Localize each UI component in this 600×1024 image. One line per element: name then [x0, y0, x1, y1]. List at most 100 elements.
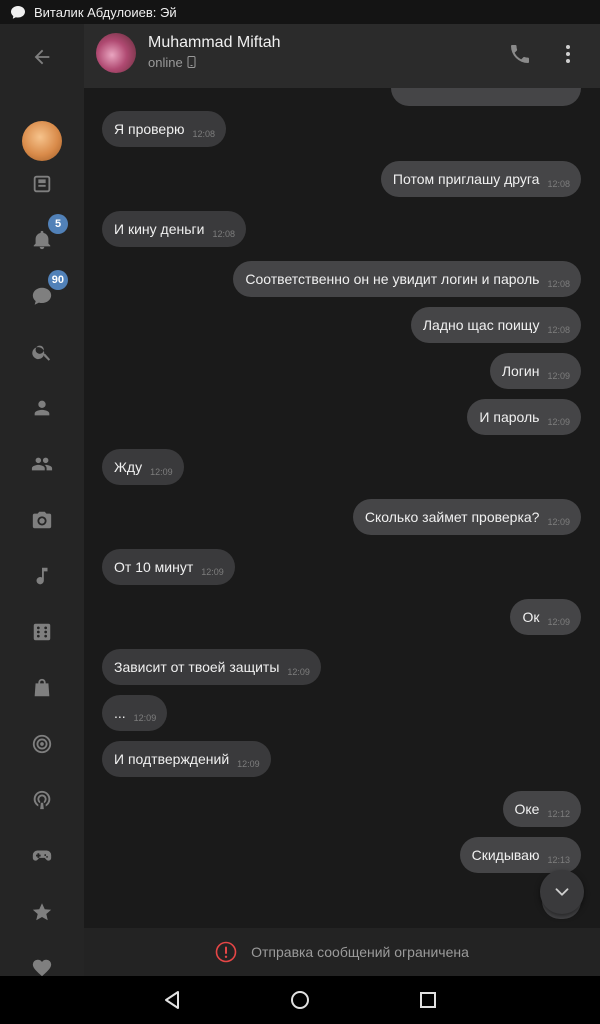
star-icon: [32, 903, 52, 921]
notifications-badge: 5: [48, 214, 68, 234]
sidebar-item-search[interactable]: [22, 332, 62, 372]
scroll-to-bottom-button[interactable]: [540, 870, 584, 914]
message-time: 12:08: [547, 179, 570, 189]
message-text: Логин: [501, 363, 540, 379]
camera-icon: [32, 511, 52, 529]
message-time: 12:08: [192, 129, 216, 139]
message-text: Потом приглашу друга: [392, 171, 540, 187]
notification-text: Виталик Абдулоиев: Эй: [34, 4, 177, 20]
message-text: От 10 минут: [114, 559, 194, 575]
message-text: И пароль: [479, 409, 540, 425]
sidebar-item-profile[interactable]: [22, 388, 62, 428]
message-time: 12:09: [547, 417, 570, 427]
avatar[interactable]: [22, 121, 62, 161]
message-bubble[interactable]: Логин 12:09: [489, 353, 581, 389]
message-bubble[interactable]: Я проверю 12:08: [102, 111, 227, 147]
message-time: 12:13: [547, 855, 570, 865]
message-time: 12:08: [547, 325, 570, 335]
target-icon: [32, 734, 52, 754]
message-text: ...: [114, 705, 126, 721]
sidebar-item-friends[interactable]: [22, 444, 62, 484]
nav-home-icon[interactable]: [288, 988, 312, 1012]
message-bubble[interactable]: И кину деньги 12:08: [102, 211, 246, 247]
message-bubble[interactable]: Жду 12:09: [102, 449, 184, 485]
message-text: И подтверждений: [114, 751, 230, 767]
contact-status: online: [148, 55, 183, 70]
sidebar-item-shop[interactable]: [22, 668, 62, 708]
message-time: 12:09: [150, 467, 173, 477]
message-time: 12:09: [547, 517, 570, 527]
warning-icon: [215, 941, 237, 963]
sidebar-item-target[interactable]: [22, 724, 62, 764]
person-icon: [34, 400, 50, 416]
restriction-notice: Отправка сообщений ограничена: [251, 944, 469, 960]
message-text: Оке: [514, 801, 540, 817]
news-icon: [33, 175, 51, 193]
more-vertical-icon[interactable]: [556, 42, 580, 66]
gamepad-icon: [32, 850, 52, 861]
messages-badge: 90: [47, 270, 68, 290]
message-time: 12:09: [547, 371, 570, 381]
contact-avatar[interactable]: [96, 33, 136, 73]
message-time: 12:09: [133, 713, 157, 723]
message-text: Зависит от твоей защиты: [114, 659, 280, 675]
message-time: 12:09: [287, 667, 310, 677]
sidebar-item-photos[interactable]: [22, 500, 62, 540]
message-text: Ок: [522, 609, 540, 625]
message-text: Жду: [114, 459, 143, 475]
search-icon: [32, 345, 51, 361]
system-navigation-bar: [0, 976, 600, 1024]
sidebar-item-notifications[interactable]: 5: [22, 214, 68, 260]
message-bubble[interactable]: ... 12:09: [102, 695, 168, 731]
sidebar-item-messages[interactable]: 90: [22, 270, 68, 316]
message-time: 12:09: [237, 759, 260, 769]
sidebar: 5 90: [0, 24, 84, 977]
message-time: 12:09: [547, 617, 570, 627]
back-button[interactable]: [22, 37, 62, 77]
friends-icon: [31, 457, 53, 471]
message-text: Скидываю: [471, 847, 540, 863]
message-text: Ладно щас поищу: [422, 317, 540, 333]
nav-recents-icon[interactable]: [416, 988, 440, 1012]
message-bubble[interactable]: Ок 12:09: [510, 599, 581, 635]
message-bubble[interactable]: Зависит от твоей защиты 12:09: [102, 649, 321, 685]
chat-header: Muhammad Miftah online: [84, 24, 600, 88]
message-text: Соответственно он не увидит логин и паро…: [245, 271, 540, 287]
mobile-icon: [187, 56, 196, 68]
apps-icon: [33, 623, 51, 641]
back-arrow-icon: [34, 49, 50, 65]
message-bubble[interactable]: Оке 12:12: [502, 791, 581, 827]
contact-name[interactable]: Muhammad Miftah: [148, 34, 281, 52]
message-time: 12:08: [212, 229, 235, 239]
message-notification-icon: [11, 6, 25, 19]
sidebar-item-podcasts[interactable]: [22, 780, 62, 820]
podcast-icon: [33, 790, 51, 810]
message-bubble-partial: [391, 88, 581, 106]
chevron-down-icon: [555, 888, 569, 896]
message-bubble[interactable]: Сколько займет проверка? 12:09: [352, 499, 581, 535]
message-text: И кину деньги: [114, 221, 205, 237]
message-bubble[interactable]: Ладно щас поищу 12:08: [410, 307, 581, 343]
message-text: Сколько займет проверка?: [364, 509, 540, 525]
sidebar-item-music[interactable]: [22, 556, 62, 596]
message-bubble[interactable]: От 10 минут 12:09: [102, 549, 235, 585]
message-bubble[interactable]: Потом приглашу друга 12:08: [380, 161, 581, 197]
music-icon: [36, 567, 48, 585]
sidebar-item-apps[interactable]: [22, 612, 62, 652]
sidebar-item-games[interactable]: [22, 836, 62, 876]
status-bar: Виталик Абдулоиев: Эй: [0, 0, 600, 24]
message-time: 12:12: [547, 809, 570, 819]
message-bubble[interactable]: И подтверждений 12:09: [102, 741, 271, 777]
sidebar-item-bookmarks[interactable]: [22, 892, 62, 932]
message-list[interactable]: Я проверю 12:08 Потом приглашу друга 12:…: [84, 88, 600, 928]
message-bubble[interactable]: Соответственно он не увидит логин и паро…: [233, 261, 581, 297]
sidebar-item-news[interactable]: [22, 164, 62, 204]
phone-call-icon[interactable]: [508, 42, 532, 66]
chat-icon: [32, 287, 52, 305]
message-time: 12:08: [547, 279, 570, 289]
message-time: 12:09: [201, 567, 224, 577]
composer-restricted: Отправка сообщений ограничена: [84, 928, 600, 976]
message-bubble[interactable]: Скидываю 12:13: [459, 837, 581, 873]
nav-back-icon[interactable]: [160, 988, 184, 1012]
message-bubble[interactable]: И пароль 12:09: [467, 399, 581, 435]
